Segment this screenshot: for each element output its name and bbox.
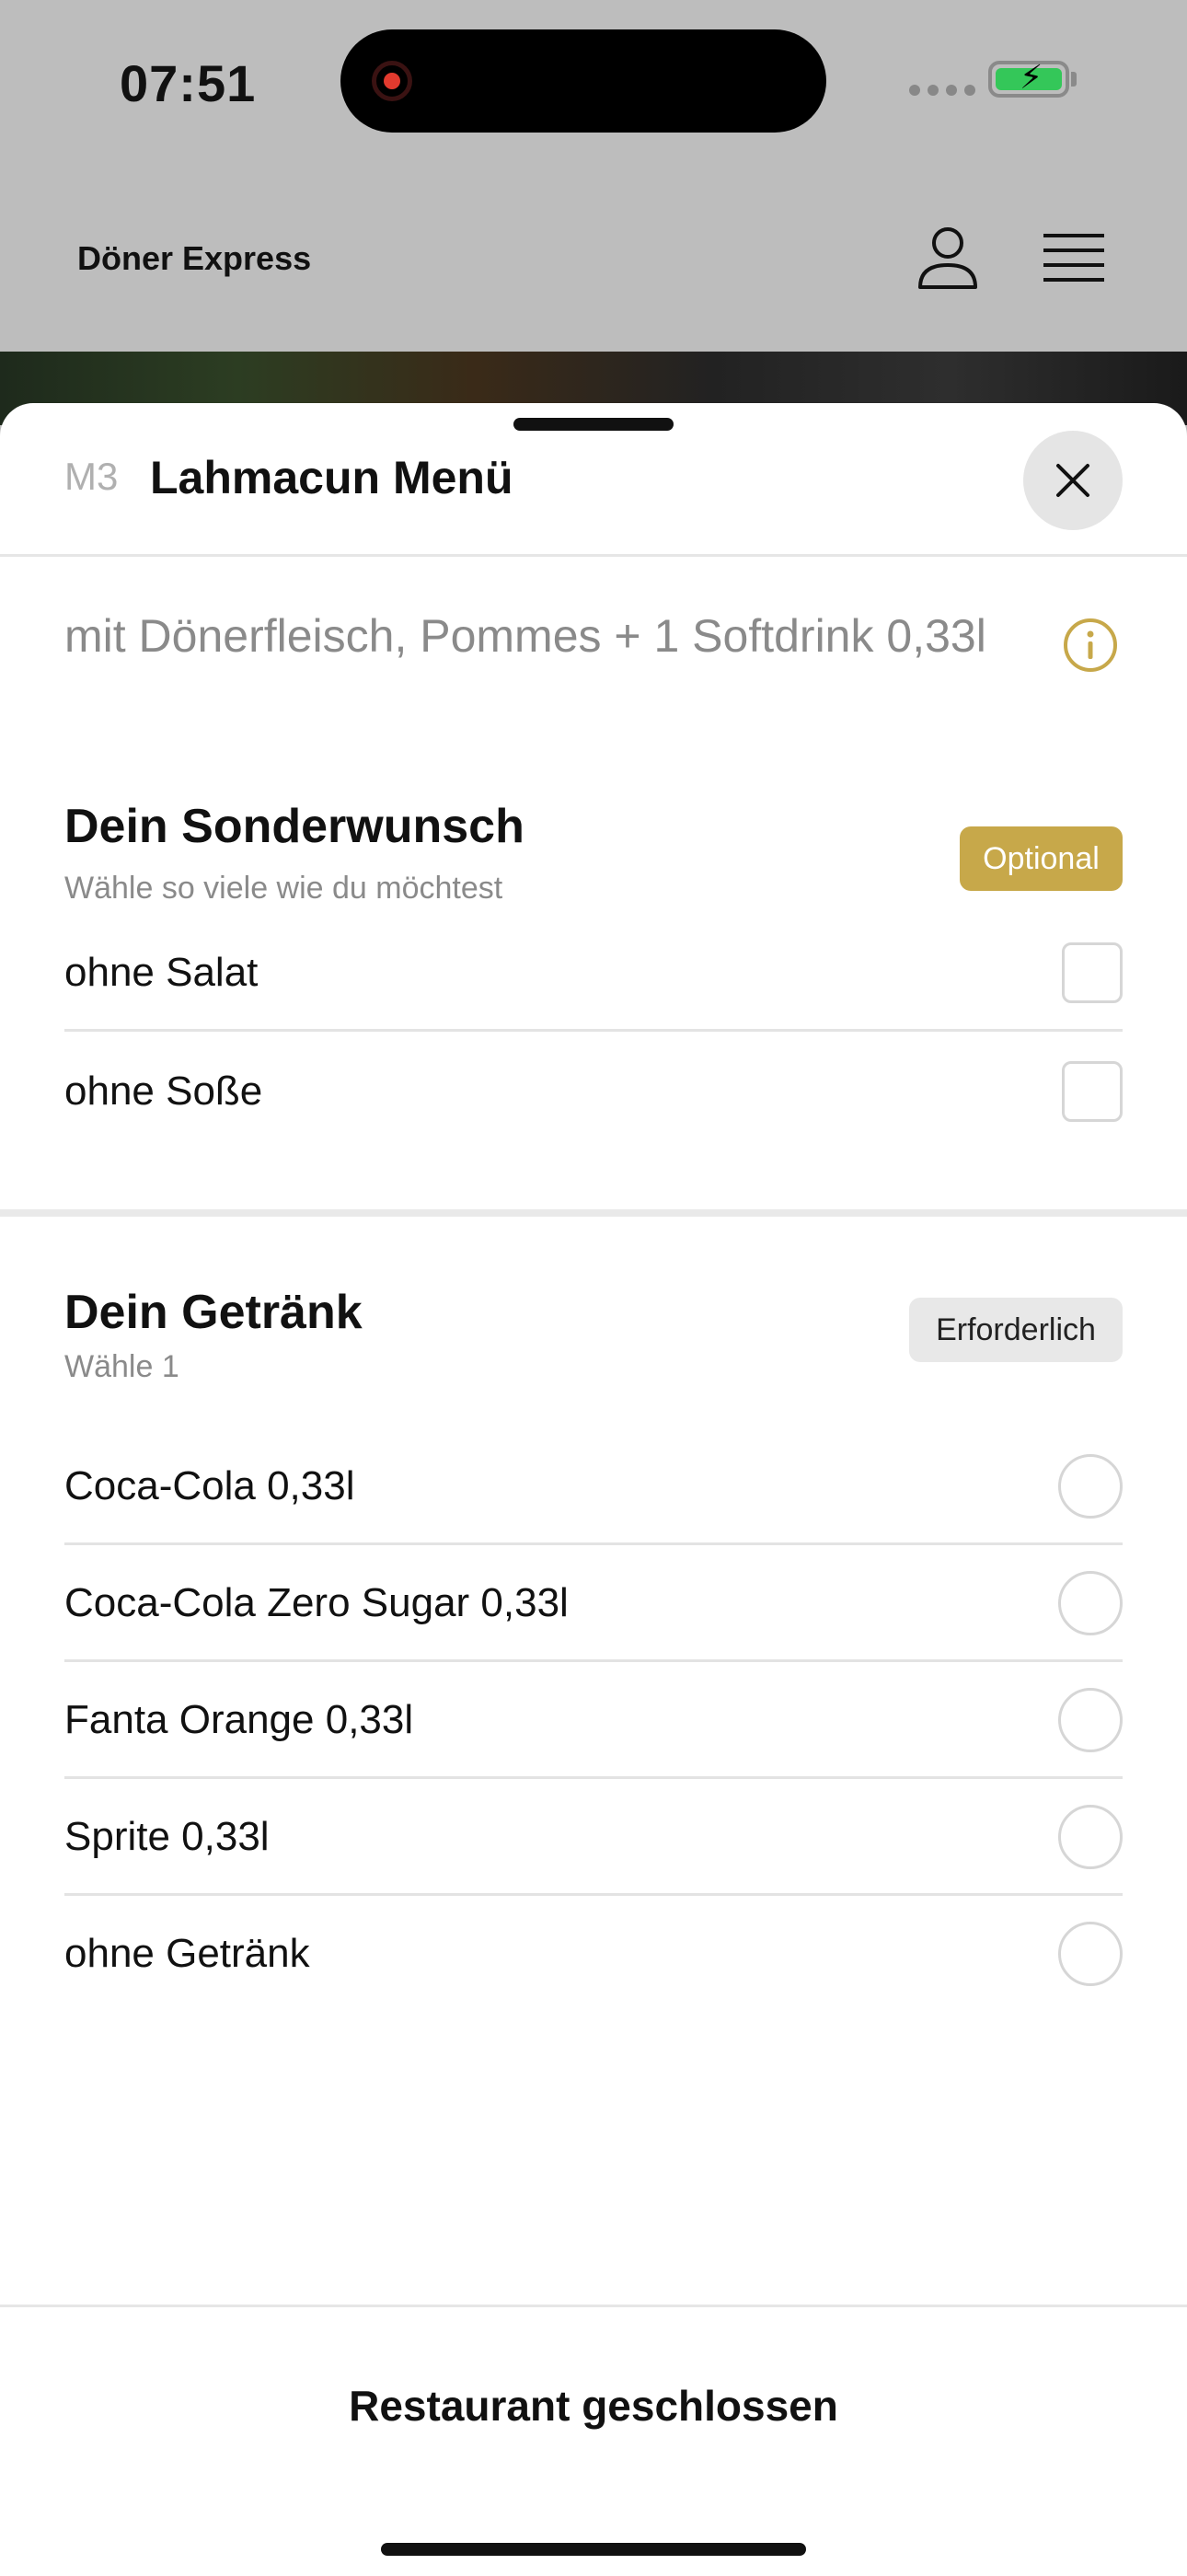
option-label: ohne Soße xyxy=(64,1069,263,1114)
drink-option-row[interactable]: Fanta Orange 0,33l xyxy=(64,1660,1123,1779)
drink-option-radio[interactable] xyxy=(1058,1922,1123,1986)
option-checkbox[interactable] xyxy=(1062,1061,1123,1122)
section-subtitle-special: Wähle so viele wie du möchtest xyxy=(64,871,503,906)
home-indicator[interactable] xyxy=(381,2543,806,2556)
info-icon[interactable] xyxy=(1062,617,1119,674)
drink-option-row[interactable]: Sprite 0,33l xyxy=(64,1777,1123,1896)
section-title-drink: Dein Getränk xyxy=(64,1286,363,1339)
hamburger-menu-icon[interactable] xyxy=(1043,230,1104,285)
section-divider xyxy=(0,1209,1187,1217)
product-code: M3 xyxy=(64,455,119,498)
status-bar: 07:51 ⚡ xyxy=(0,0,1187,156)
drink-option-radio[interactable] xyxy=(1058,1571,1123,1635)
drink-option-label: Fanta Orange 0,33l xyxy=(64,1697,414,1742)
app-header: Döner Express xyxy=(0,156,1187,352)
restaurant-brand[interactable]: Döner Express xyxy=(77,239,311,278)
drink-option-label: ohne Getränk xyxy=(64,1931,310,1976)
cellular-signal-icon xyxy=(909,85,975,96)
drink-option-label: Sprite 0,33l xyxy=(64,1814,270,1859)
status-time: 07:51 xyxy=(120,54,257,112)
drink-option-label: Coca-Cola Zero Sugar 0,33l xyxy=(64,1580,569,1625)
drink-option-radio[interactable] xyxy=(1058,1805,1123,1869)
optional-badge: Optional xyxy=(960,826,1123,891)
product-title: Lahmacun Menü xyxy=(150,452,513,503)
option-checkbox[interactable] xyxy=(1062,942,1123,1003)
close-button[interactable] xyxy=(1023,431,1123,530)
option-row[interactable]: ohne Soße xyxy=(64,1032,1123,1148)
drink-option-row[interactable]: Coca-Cola 0,33l xyxy=(64,1427,1123,1545)
product-sheet: M3 Lahmacun Menü mit Dönerfleisch, Pomme… xyxy=(0,403,1187,2573)
close-icon xyxy=(1056,464,1089,497)
required-badge: Erforderlich xyxy=(909,1298,1123,1362)
screen-recording-dot-icon xyxy=(372,61,412,101)
option-label: ohne Salat xyxy=(64,950,259,995)
drink-option-radio[interactable] xyxy=(1058,1688,1123,1752)
product-description: mit Dönerfleisch, Pommes + 1 Softdrink 0… xyxy=(64,610,986,662)
restaurant-closed-label: Restaurant geschlossen xyxy=(349,2382,838,2430)
user-icon[interactable] xyxy=(916,225,979,291)
drink-option-row[interactable]: Coca-Cola Zero Sugar 0,33l xyxy=(64,1543,1123,1662)
section-title-special: Dein Sonderwunsch xyxy=(64,800,524,853)
drink-option-label: Coca-Cola 0,33l xyxy=(64,1463,355,1508)
sheet-footer: Restaurant geschlossen xyxy=(0,2305,1187,2576)
dynamic-island xyxy=(340,29,826,133)
drink-option-radio[interactable] xyxy=(1058,1454,1123,1519)
section-subtitle-drink: Wähle 1 xyxy=(64,1349,179,1384)
drink-option-row[interactable]: ohne Getränk xyxy=(64,1894,1123,2010)
battery-charging-icon: ⚡ xyxy=(988,61,1069,98)
option-row[interactable]: ohne Salat xyxy=(64,913,1123,1032)
sheet-header: M3 Lahmacun Menü xyxy=(0,403,1187,557)
